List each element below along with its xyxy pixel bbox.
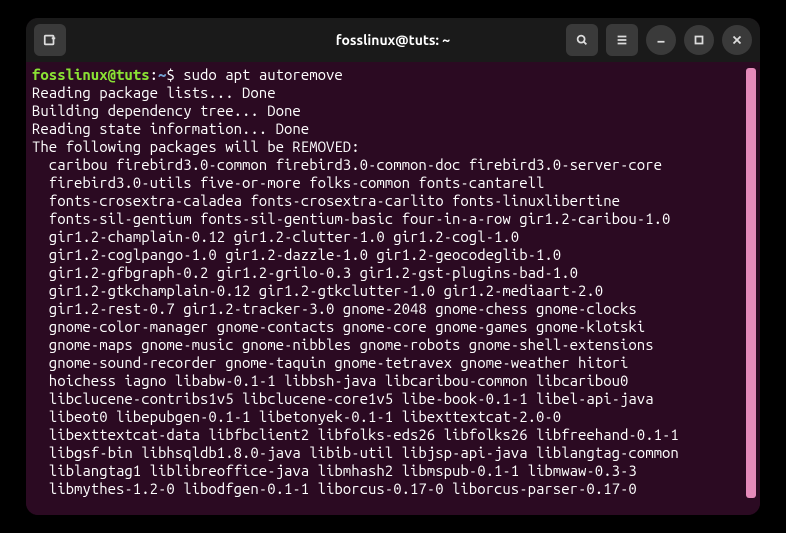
close-icon [730,33,744,47]
search-button[interactable] [566,24,598,56]
package-line: gir1.2-rest-0.7 gir1.2-tracker-3.0 gnome… [32,300,746,318]
new-tab-icon [43,33,57,47]
scrollbar[interactable] [746,68,756,498]
terminal-window: fosslinux@tuts: ~ [26,18,760,515]
package-line: fonts-sil-gentium fonts-sil-gentium-basi… [32,210,746,228]
minimize-icon [654,33,668,47]
package-line: fonts-crosextra-caladea fonts-crosextra-… [32,192,746,210]
package-line: libclucene-contribs1v5 libclucene-core1v… [32,390,746,408]
command-text: sudo apt autoremove [183,66,343,83]
output-container: Reading package lists... DoneBuilding de… [32,84,746,156]
menu-button[interactable] [606,24,638,56]
prompt-line: fosslinux@tuts:~$ sudo apt autoremove [32,66,746,84]
package-line: libmythes-1.2-0 libodfgen-0.1-1 liborcus… [32,480,746,498]
maximize-icon [692,33,706,47]
search-icon [575,33,589,47]
output-line: Reading package lists... Done [32,84,746,102]
hamburger-icon [615,33,629,47]
maximize-button[interactable] [684,25,714,55]
minimize-button[interactable] [646,25,676,55]
package-line: gir1.2-gfbgraph-0.2 gir1.2-grilo-0.3 gir… [32,264,746,282]
package-line: gnome-color-manager gnome-contacts gnome… [32,318,746,336]
package-line: liblangtag1 liblibreoffice-java libmhash… [32,462,746,480]
terminal-body[interactable]: fosslinux@tuts:~$ sudo apt autoremove Re… [26,62,760,515]
package-line: hoichess iagno libabw-0.1-1 libbsh-java … [32,372,746,390]
terminal-content: fosslinux@tuts:~$ sudo apt autoremove Re… [32,66,746,511]
package-line: gir1.2-champlain-0.12 gir1.2-clutter-1.0… [32,228,746,246]
window-title: fosslinux@tuts: ~ [336,32,450,48]
output-line: The following packages will be REMOVED: [32,138,746,156]
package-line: libexttextcat-data libfbclient2 libfolks… [32,426,746,444]
packages-container: caribou firebird3.0-common firebird3.0-c… [32,156,746,498]
package-line: caribou firebird3.0-common firebird3.0-c… [32,156,746,174]
close-button[interactable] [722,25,752,55]
package-line: gnome-sound-recorder gnome-taquin gnome-… [32,354,746,372]
prompt-user-host: fosslinux@tuts [32,66,150,83]
package-line: gir1.2-coglpango-1.0 gir1.2-dazzle-1.0 g… [32,246,746,264]
package-line: libeot0 libepubgen-0.1-1 libetonyek-0.1-… [32,408,746,426]
package-line: gir1.2-gtkchamplain-0.12 gir1.2-gtkclutt… [32,282,746,300]
new-tab-button[interactable] [34,24,66,56]
prompt-separator: : [150,66,158,83]
output-line: Building dependency tree... Done [32,102,746,120]
package-line: firebird3.0-utils five-or-more folks-com… [32,174,746,192]
output-line: Reading state information... Done [32,120,746,138]
package-line: gnome-maps gnome-music gnome-nibbles gno… [32,336,746,354]
package-line: libgsf-bin libhsqldb1.8.0-java libib-uti… [32,444,746,462]
prompt-symbol: $ [166,66,174,83]
titlebar: fosslinux@tuts: ~ [26,18,760,62]
